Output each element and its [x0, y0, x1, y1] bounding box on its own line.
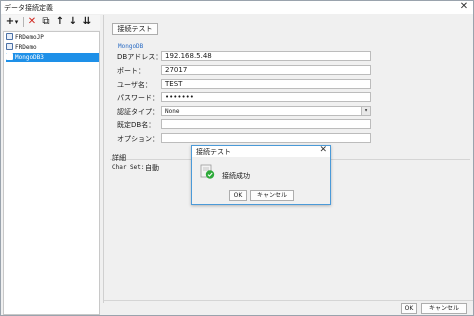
- connection-definition-window: データ接続定義 ✕ + ▾ ✕ ⧉ ↑ ↓ ⇊ FRDemoJP FRDemo …: [0, 0, 474, 316]
- options-label: オプション：: [117, 135, 159, 143]
- dialog-cancel-button[interactable]: キャンセル: [250, 190, 294, 201]
- dialog-title: 接続テスト: [196, 148, 231, 156]
- success-check-icon: [200, 164, 215, 179]
- charset-select[interactable]: 自動: [145, 163, 159, 173]
- tree-item-label: FRDemoJP: [15, 34, 44, 41]
- default-db-label: 既定DB名：: [117, 121, 156, 129]
- tree-item[interactable]: FRDemo: [6, 43, 99, 52]
- window-titlebar: データ接続定義 ✕: [1, 1, 473, 14]
- user-label: ユーザ名：: [117, 81, 152, 89]
- cancel-button[interactable]: キャンセル: [421, 303, 467, 314]
- user-input[interactable]: TEST: [161, 79, 371, 89]
- toolbar-separator: [23, 17, 24, 27]
- window-close-button[interactable]: ✕: [457, 1, 471, 14]
- connection-test-dialog: 接続テスト ✕ 接続成功 OK キャンセル: [191, 145, 331, 205]
- detail-title: 詳細: [112, 154, 126, 162]
- copy-icon[interactable]: ⧉: [40, 16, 52, 28]
- panel-divider[interactable]: [103, 15, 104, 303]
- dialog-close-button[interactable]: ✕: [319, 145, 327, 156]
- chevron-down-icon[interactable]: ▾: [361, 107, 370, 115]
- move-up-icon[interactable]: ↑: [54, 16, 66, 28]
- tree-toolbar: + ▾ ✕ ⧉ ↑ ↓ ⇊: [2, 15, 100, 30]
- default-db-input[interactable]: [161, 119, 371, 129]
- dialog-titlebar: 接続テスト ✕: [192, 145, 330, 157]
- group-title: MongoDB: [118, 43, 144, 50]
- auth-type-value: None: [165, 108, 180, 115]
- tree-item[interactable]: FRDemoJP: [6, 33, 99, 42]
- mongodb-icon: [6, 53, 13, 60]
- move-down-icon[interactable]: ↓: [67, 16, 79, 28]
- db-address-input[interactable]: 192.168.5.48: [161, 51, 371, 61]
- dialog-ok-button[interactable]: OK: [229, 190, 247, 201]
- dialog-message: 接続成功: [222, 172, 250, 180]
- db-address-label: DBアドレス：: [117, 53, 163, 61]
- connection-test-button[interactable]: 接続テスト: [112, 23, 158, 35]
- sort-icon[interactable]: ⇊: [81, 16, 93, 28]
- window-title: データ接続定義: [4, 4, 53, 12]
- options-input[interactable]: [161, 133, 371, 143]
- password-input[interactable]: •••••••: [161, 92, 371, 102]
- tree-item-selected[interactable]: MongoDB3: [6, 53, 99, 62]
- ok-button[interactable]: OK: [401, 303, 417, 314]
- password-label: パスワード：: [117, 94, 159, 102]
- database-icon: [6, 33, 13, 40]
- delete-icon[interactable]: ✕: [26, 16, 38, 28]
- tree-item-label: FRDemo: [15, 44, 37, 51]
- auth-type-select[interactable]: None ▾: [161, 106, 371, 116]
- footer-divider: [104, 300, 473, 301]
- add-dropdown-icon[interactable]: ▾: [13, 16, 20, 28]
- connection-tree[interactable]: FRDemoJP FRDemo MongoDB3: [3, 31, 100, 315]
- database-icon: [6, 43, 13, 50]
- dialog-body: 接続成功 OK キャンセル: [192, 157, 330, 204]
- charset-label: Char Set:: [112, 164, 145, 171]
- port-input[interactable]: 27017: [161, 65, 371, 75]
- tree-item-label: MongoDB3: [15, 54, 44, 61]
- auth-type-label: 認証タイプ：: [117, 108, 159, 116]
- port-label: ポート：: [117, 67, 145, 75]
